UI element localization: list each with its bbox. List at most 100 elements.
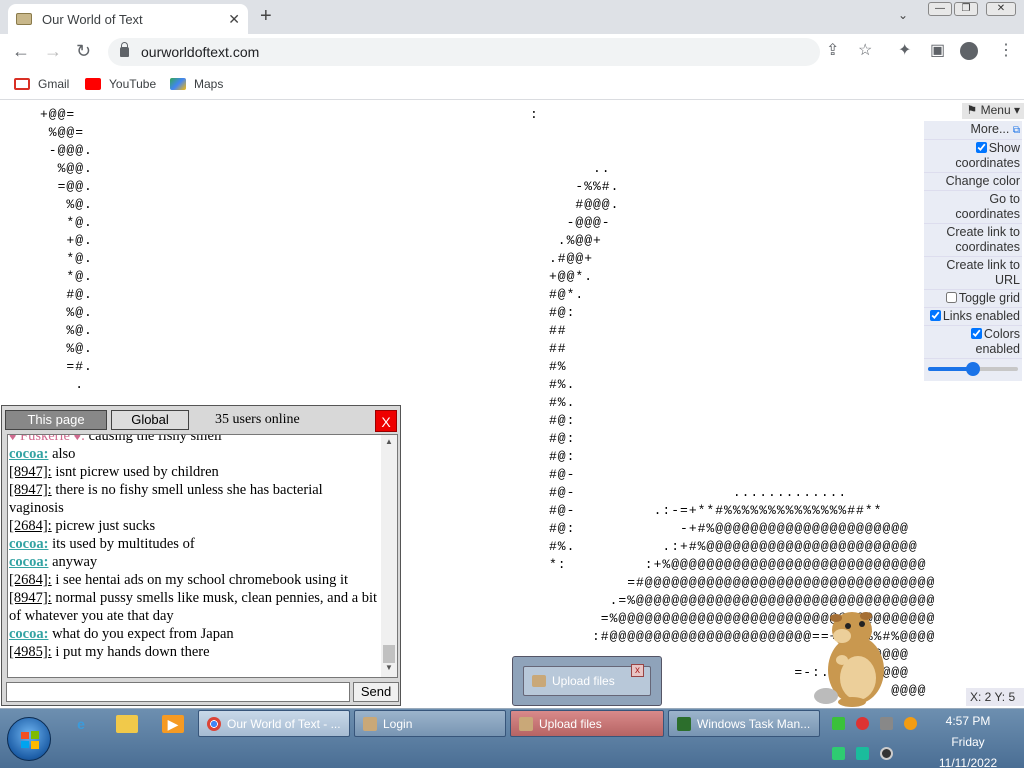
browser-toolbar: ← → ↻ ourworldoftext.com ⇪ ☆ ✦ ▣ ⋮ <box>0 34 1024 70</box>
taskbar-task-task-manager[interactable]: Windows Task Man... <box>668 710 820 737</box>
send-button[interactable]: Send <box>353 682 399 702</box>
browser-menu-icon[interactable]: ⋮ <box>998 43 1014 59</box>
file-explorer-icon[interactable] <box>116 715 138 733</box>
colors-enabled-checkbox[interactable] <box>970 328 982 339</box>
tab-global[interactable]: Global <box>111 410 189 430</box>
task-label: Upload files <box>539 716 602 731</box>
gmail-icon <box>14 78 30 90</box>
tray-green-icon[interactable] <box>832 717 845 730</box>
menu-item-more[interactable]: More... ⧉ <box>924 121 1022 140</box>
menu-button[interactable]: ⚑ Menu ▾ <box>962 103 1024 119</box>
scroll-up-icon[interactable]: ▲ <box>381 437 397 449</box>
links-enabled-checkbox[interactable] <box>929 310 941 321</box>
bookmark-star-icon[interactable]: ☆ <box>858 43 872 59</box>
chat-nick[interactable]: cocoa: <box>9 626 48 642</box>
toggle-grid-checkbox[interactable] <box>945 292 957 303</box>
side-panel-icon[interactable]: ▣ <box>930 43 945 59</box>
extensions-icon[interactable]: ✦ <box>898 43 911 59</box>
chat-text: normal pussy smells like musk, clean pen… <box>9 590 378 624</box>
bookmark-gmail[interactable]: Gmail <box>14 77 69 91</box>
chat-text: i see hentai ads on my school chromebook… <box>51 572 349 588</box>
app-icon <box>363 716 377 731</box>
menu-item-create-link-coordinates[interactable]: Create link to coordinates <box>924 224 1022 257</box>
chat-nick[interactable]: [8947]: <box>9 482 52 498</box>
close-icon[interactable]: x <box>631 664 644 677</box>
tab-close-icon[interactable]: ✕ <box>228 11 240 28</box>
menu-item-label: Show coordinates <box>955 141 1020 170</box>
menu-item-toggle-grid[interactable]: Toggle grid <box>924 290 1022 308</box>
chat-scrollbar[interactable]: ▲ ▼ <box>381 435 397 677</box>
back-icon[interactable]: ← <box>12 42 30 60</box>
chat-nick[interactable]: [2684]: <box>9 572 52 588</box>
bookmark-maps[interactable]: Maps <box>170 77 223 91</box>
url-text: ourworldoftext.com <box>141 44 260 60</box>
chat-nick[interactable]: [2684]: <box>9 518 52 534</box>
chat-nick[interactable]: [8947]: <box>9 590 52 606</box>
chat-nick[interactable]: [4985]: <box>9 644 52 660</box>
chrome-icon <box>207 716 221 731</box>
start-button[interactable] <box>7 717 51 761</box>
chat-nick[interactable]: ♦ Fuskerle ♦: <box>9 435 85 444</box>
windows-taskbar: e ▶ Our World of Text - ... Login Upload… <box>0 708 1024 770</box>
restore-icon[interactable]: ❐ <box>954 2 978 16</box>
clock-time: 4:57 PM <box>945 714 991 728</box>
chat-text: i put my hands down there <box>51 644 210 660</box>
chat-nick[interactable]: cocoa: <box>9 554 48 570</box>
tab-search-icon[interactable]: ⌄ <box>898 8 908 22</box>
menu-item-label: More... <box>970 122 1010 136</box>
task-manager-icon <box>677 716 691 731</box>
taskbar-task-login[interactable]: Login <box>354 710 506 737</box>
menu-item-change-color[interactable]: Change color <box>924 173 1022 191</box>
taskbar-clock[interactable]: 4:57 PM Friday 11/11/2022 <box>926 711 1010 774</box>
tab-this-page[interactable]: This page <box>5 410 107 430</box>
zoom-slider-thumb[interactable] <box>966 362 980 376</box>
chat-nick[interactable]: cocoa: <box>9 536 48 552</box>
profile-icon[interactable] <box>960 42 978 60</box>
menu-item-label: Links enabled <box>942 309 1020 323</box>
forward-icon[interactable]: → <box>44 42 62 60</box>
new-tab-icon[interactable]: + <box>260 6 272 26</box>
close-window-icon[interactable]: ✕ <box>986 2 1016 16</box>
chat-close-button[interactable]: X <box>375 410 397 432</box>
chat-log[interactable]: ♦ Fuskerle ♦: causing the fishy smell coc… <box>7 434 398 678</box>
minimize-icon[interactable]: — <box>928 2 952 16</box>
menu-item-go-to-coordinates[interactable]: Go to coordinates <box>924 191 1022 224</box>
scrollbar-thumb[interactable] <box>383 645 395 663</box>
chat-input[interactable] <box>6 682 350 702</box>
tray-volume-icon[interactable] <box>880 747 893 760</box>
chat-message: cocoa: what do you expect from Japan <box>9 625 381 643</box>
chat-text: also <box>48 446 76 462</box>
media-player-icon[interactable]: ▶ <box>162 715 184 733</box>
chat-nick[interactable]: cocoa: <box>9 446 48 462</box>
taskbar-task-upload-files[interactable]: Upload files <box>510 710 664 737</box>
chat-message: [8947]: there is no fishy smell unless s… <box>9 481 381 517</box>
tray-flag-icon[interactable] <box>832 747 845 760</box>
reload-icon[interactable]: ↻ <box>76 42 91 60</box>
zoom-slider[interactable] <box>924 359 1022 377</box>
browser-tab[interactable]: Our World of Text ✕ <box>8 4 248 34</box>
share-icon[interactable]: ⇪ <box>826 43 839 59</box>
menu-item-label: Colors enabled <box>975 327 1021 356</box>
menu-item-links-enabled[interactable]: Links enabled <box>924 308 1022 326</box>
tray-search-icon[interactable] <box>904 717 917 730</box>
show-coordinates-checkbox[interactable] <box>975 142 987 153</box>
tray-network-icon[interactable] <box>880 717 893 730</box>
address-bar[interactable]: ourworldoftext.com <box>108 38 820 66</box>
scroll-down-icon[interactable]: ▼ <box>381 663 397 675</box>
chat-nick[interactable]: [8947]: <box>9 464 52 480</box>
menu-item-create-link-url[interactable]: Create link to URL <box>924 257 1022 290</box>
menu-item-show-coordinates[interactable]: Show coordinates <box>924 140 1022 173</box>
internet-explorer-icon[interactable]: e <box>70 715 92 733</box>
upload-files-thumbnail-popup[interactable]: Upload files x <box>512 656 662 706</box>
tray-antivirus-icon[interactable] <box>856 717 869 730</box>
menu-item-colors-enabled[interactable]: Colors enabled <box>924 326 1022 359</box>
bookmark-youtube[interactable]: YouTube <box>85 77 156 91</box>
tray-display-icon[interactable] <box>856 747 869 760</box>
chat-message: cocoa: also <box>9 445 381 463</box>
chat-text: anyway <box>48 554 98 570</box>
clock-date: 11/11/2022 <box>938 756 998 770</box>
taskbar-task-chrome[interactable]: Our World of Text - ... <box>198 710 350 737</box>
chat-text: causing the fishy smell <box>85 434 222 444</box>
ascii-art-left: +@@= %@@= -@@@. %@@. =@@. %@. *@. +@. *@… <box>40 107 93 392</box>
chat-window: This page Global 35 users online X ♦ Fus… <box>1 405 401 706</box>
